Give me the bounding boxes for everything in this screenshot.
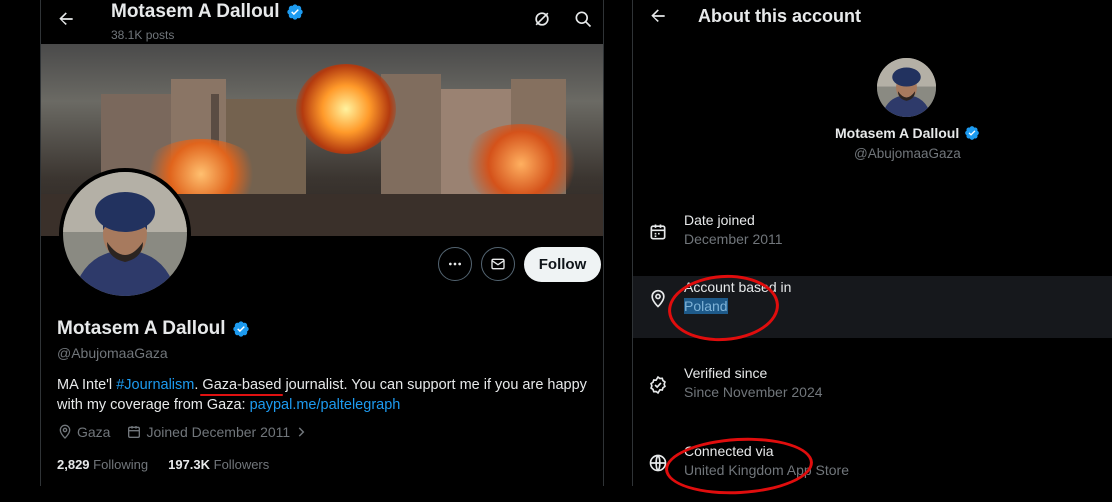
about-avatar: [877, 58, 936, 117]
joined-text[interactable]: Joined December 2011: [146, 424, 290, 440]
search-icon[interactable]: [570, 6, 596, 32]
followers-label: Followers: [213, 457, 270, 472]
verified-check-icon: [650, 375, 666, 395]
about-row-date-joined: Date joined December 2011: [633, 209, 1112, 271]
location-pin-icon: [59, 424, 71, 439]
following-label: Following: [93, 457, 149, 472]
header-name-text: Motasem A Dalloul: [111, 1, 280, 22]
follow-stats: 2,829 Following 197.3K Followers: [57, 457, 269, 472]
profile-panel: Motasem A Dalloul 38.1K posts Follow Mot…: [0, 0, 632, 486]
back-arrow-icon[interactable]: [52, 5, 80, 33]
profile-display-name: Motasem A Dalloul: [57, 318, 250, 340]
header-profile-name: Motasem A Dalloul: [111, 1, 304, 23]
about-display-name: Motasem A Dalloul: [835, 125, 980, 141]
location-text: Gaza: [77, 424, 111, 440]
followers-link[interactable]: 197.3K Followers: [168, 457, 269, 472]
followers-count: 197.3K: [168, 457, 211, 472]
display-name-text: Motasem A Dalloul: [57, 318, 226, 339]
verified-badge-icon: [232, 321, 249, 337]
profile-avatar[interactable]: [59, 168, 191, 300]
gaza-based-text: Gaza-based: [202, 377, 282, 393]
row-label: Verified since: [684, 365, 768, 381]
about-row-verified-since: Verified since Since November 2024: [633, 362, 1112, 424]
row-label: Date joined: [684, 212, 755, 228]
envelope-icon: [491, 258, 505, 270]
profile-handle: @AbujomaaGaza: [57, 345, 168, 361]
more-dots-icon: [449, 262, 461, 266]
back-arrow-icon[interactable]: [645, 3, 671, 29]
about-handle: @AbujomaaGaza: [854, 146, 961, 161]
calendar-icon: [650, 224, 666, 240]
location-pin-icon: [651, 289, 665, 308]
profile-bio: MA Inte'l #Journalism. Gaza-based journa…: [57, 375, 597, 415]
profile-meta-row: Gaza Joined December 2011: [57, 424, 308, 440]
about-page-title: About this account: [698, 6, 861, 26]
more-options-button[interactable]: [438, 247, 472, 281]
row-value: Since November 2024: [684, 384, 823, 400]
paypal-link[interactable]: paypal.me/paltelegraph: [250, 397, 401, 413]
column-border-right: [603, 0, 604, 486]
following-link[interactable]: 2,829 Following: [57, 457, 148, 472]
about-account-panel: About this account Motasem A Dalloul @Ab…: [633, 0, 1112, 498]
grok-icon[interactable]: [529, 6, 555, 32]
follow-button[interactable]: Follow: [524, 247, 601, 282]
about-name-text: Motasem A Dalloul: [835, 125, 960, 141]
journalism-hashtag-link[interactable]: #Journalism: [116, 377, 194, 393]
row-value: December 2011: [684, 231, 783, 247]
chevron-right-icon[interactable]: [294, 425, 308, 439]
following-count: 2,829: [57, 457, 90, 472]
calendar-icon: [128, 426, 141, 438]
message-button[interactable]: [481, 247, 515, 281]
verified-badge-icon: [965, 126, 980, 140]
posts-count: 38.1K posts: [111, 28, 175, 42]
bio-prefix: MA Inte'l: [57, 377, 117, 393]
verified-badge-icon: [286, 4, 303, 20]
